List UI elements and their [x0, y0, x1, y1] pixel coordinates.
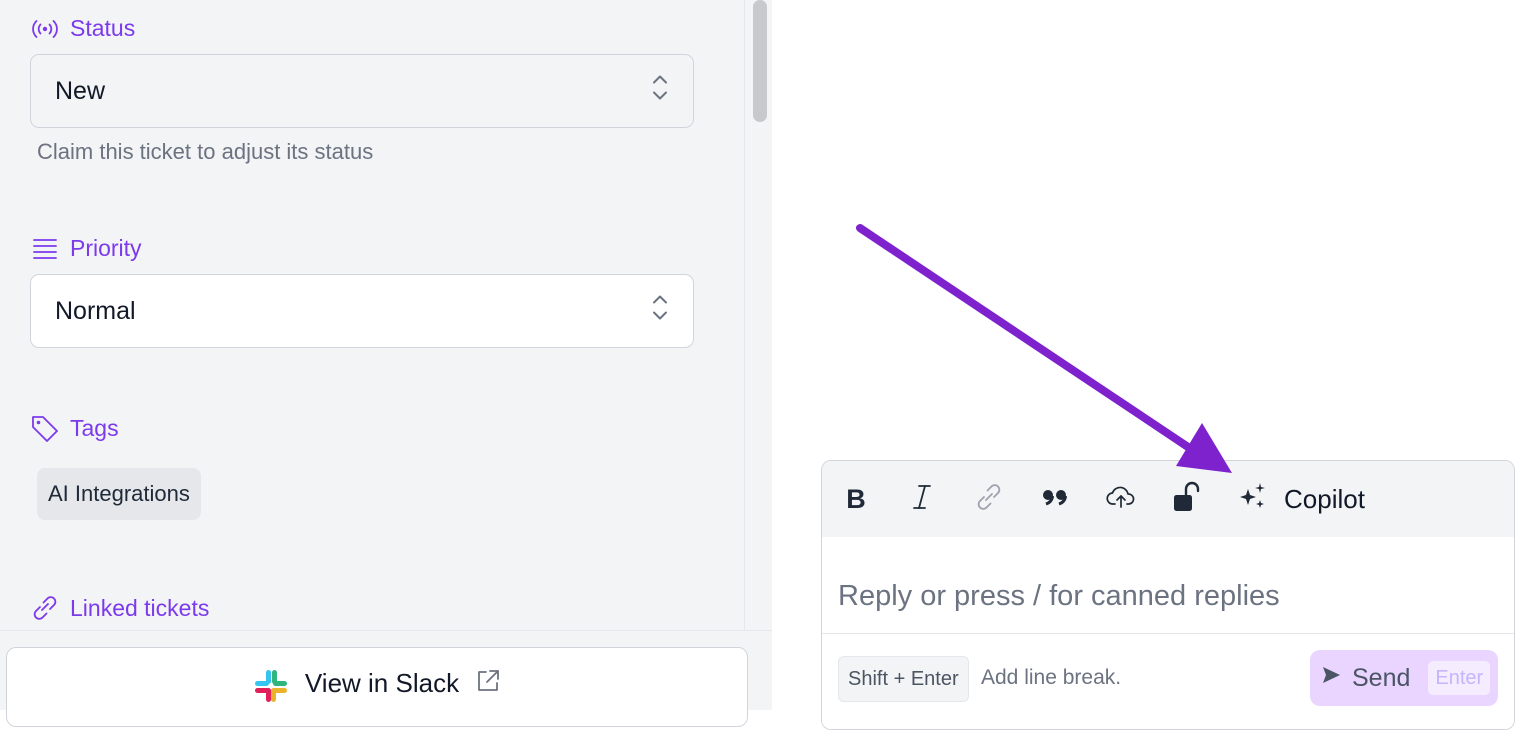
- tags-label-text: Tags: [70, 414, 119, 441]
- linked-tickets-label-text[interactable]: Linked tickets: [70, 595, 209, 622]
- reply-input[interactable]: [822, 537, 1514, 633]
- send-button[interactable]: Send Enter: [1310, 650, 1498, 706]
- unlock-icon: [1172, 481, 1200, 518]
- external-link-icon: [475, 668, 501, 701]
- status-hint: Claim this ticket to adjust its status: [37, 139, 374, 164]
- internal-note-toggle[interactable]: [1172, 479, 1200, 519]
- italic-button[interactable]: [910, 479, 934, 519]
- shortcut-hint: Add line break.: [981, 666, 1122, 689]
- chevron-up-down-icon: [651, 73, 669, 110]
- link-button[interactable]: [974, 479, 1004, 519]
- shortcut-key-badge: Shift + Enter: [838, 656, 969, 702]
- priority-select-value: Normal: [55, 296, 136, 325]
- stacked-lines-icon: [30, 237, 60, 261]
- italic-icon: [911, 483, 933, 516]
- tag-chip[interactable]: AI Integrations: [37, 468, 201, 520]
- priority-label: Priority: [30, 235, 142, 262]
- sparkles-icon: [1238, 481, 1268, 518]
- scrollbar-thumb[interactable]: [753, 0, 767, 122]
- tags-label: Tags: [30, 414, 119, 442]
- slack-logo-icon: [253, 668, 289, 711]
- status-select[interactable]: New: [30, 54, 694, 128]
- status-label: Status: [30, 15, 135, 42]
- send-icon: [1320, 664, 1342, 693]
- broadcast-icon: [30, 18, 60, 40]
- send-key-badge: Enter: [1428, 661, 1491, 695]
- link-icon: [974, 482, 1004, 517]
- bold-button[interactable]: B: [844, 479, 868, 519]
- ticket-sidebar: Status New Claim this ticket to adjust i…: [0, 0, 772, 710]
- quote-icon: [1040, 487, 1070, 512]
- priority-select[interactable]: Normal: [30, 274, 694, 348]
- cloud-upload-icon: [1106, 484, 1136, 515]
- view-in-slack-label: View in Slack: [304, 668, 460, 698]
- link-icon: [30, 594, 60, 622]
- formatting-toolbar: B Copilot: [822, 461, 1514, 537]
- status-label-text: Status: [70, 15, 136, 41]
- copilot-label: Copilot: [1284, 483, 1365, 514]
- sidebar-scrollbar[interactable]: [744, 0, 772, 630]
- send-label: Send: [1352, 663, 1411, 692]
- tag-icon: [30, 414, 60, 442]
- upload-button[interactable]: [1106, 479, 1136, 519]
- quote-button[interactable]: [1040, 479, 1070, 519]
- reply-composer: B Copilot Reply or press / for canned re…: [821, 460, 1515, 730]
- linked-tickets-label: Linked tickets: [30, 594, 209, 622]
- priority-label-text: Priority: [70, 235, 142, 261]
- view-in-slack-button[interactable]: View in Slack: [6, 647, 748, 727]
- chevron-up-down-icon: [651, 293, 669, 330]
- copilot-button[interactable]: Copilot: [1238, 481, 1365, 518]
- status-select-value: New: [55, 76, 106, 105]
- composer-footer: Shift + Enter Add line break. Send Enter: [822, 633, 1514, 729]
